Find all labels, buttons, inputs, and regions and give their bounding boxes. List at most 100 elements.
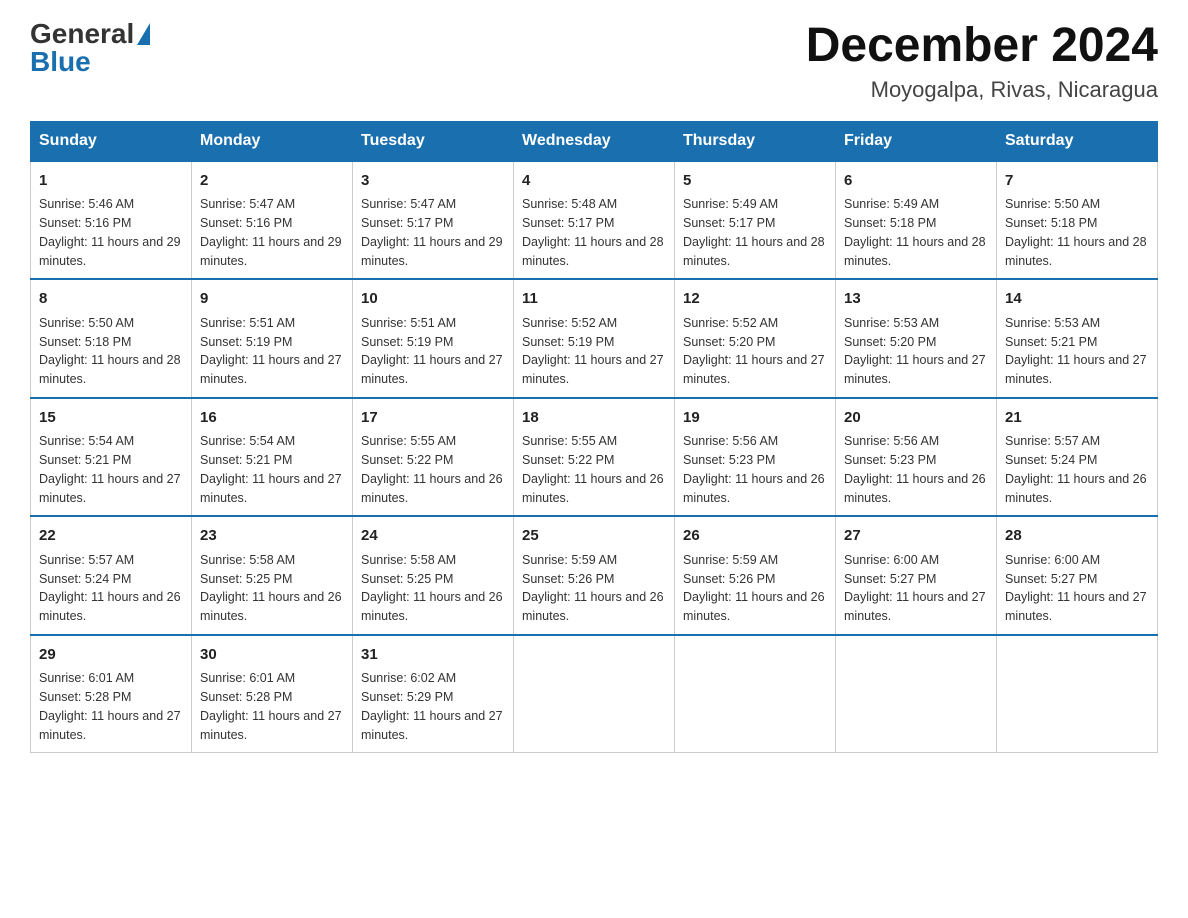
- day-number: 20: [844, 407, 988, 430]
- day-info: Sunrise: 5:55 AMSunset: 5:22 PMDaylight:…: [522, 432, 666, 507]
- calendar-table: Sunday Monday Tuesday Wednesday Thursday…: [30, 121, 1158, 754]
- day-number: 24: [361, 525, 505, 548]
- table-row: 8Sunrise: 5:50 AMSunset: 5:18 PMDaylight…: [31, 279, 192, 398]
- day-number: 27: [844, 525, 988, 548]
- day-info: Sunrise: 6:00 AMSunset: 5:27 PMDaylight:…: [844, 551, 988, 626]
- location-subtitle: Moyogalpa, Rivas, Nicaragua: [806, 77, 1158, 103]
- table-row: 16Sunrise: 5:54 AMSunset: 5:21 PMDayligh…: [192, 398, 353, 517]
- table-row: 18Sunrise: 5:55 AMSunset: 5:22 PMDayligh…: [514, 398, 675, 517]
- day-number: 21: [1005, 407, 1149, 430]
- day-number: 26: [683, 525, 827, 548]
- page-header: General Blue December 2024 Moyogalpa, Ri…: [30, 20, 1158, 103]
- day-info: Sunrise: 5:54 AMSunset: 5:21 PMDaylight:…: [200, 432, 344, 507]
- day-number: 12: [683, 288, 827, 311]
- day-info: Sunrise: 5:51 AMSunset: 5:19 PMDaylight:…: [200, 314, 344, 389]
- day-number: 19: [683, 407, 827, 430]
- day-info: Sunrise: 5:51 AMSunset: 5:19 PMDaylight:…: [361, 314, 505, 389]
- day-info: Sunrise: 5:58 AMSunset: 5:25 PMDaylight:…: [200, 551, 344, 626]
- table-row: 28 Sunrise: 6:00 AMSunset: 5:27 PMDayligh…: [997, 516, 1158, 635]
- logo-general-text: General: [30, 20, 134, 48]
- table-row: 25Sunrise: 5:59 AMSunset: 5:26 PMDayligh…: [514, 516, 675, 635]
- day-info: Sunrise: 5:49 AMSunset: 5:17 PMDaylight:…: [683, 195, 827, 270]
- table-row: 21Sunrise: 5:57 AMSunset: 5:24 PMDayligh…: [997, 398, 1158, 517]
- col-saturday: Saturday: [997, 121, 1158, 161]
- table-row: 10 Sunrise: 5:51 AMSunset: 5:19 PMDayligh…: [353, 279, 514, 398]
- day-number: 31: [361, 644, 505, 667]
- table-row: [997, 635, 1158, 753]
- day-number: 9: [200, 288, 344, 311]
- table-row: 12 Sunrise: 5:52 AMSunset: 5:20 PMDayligh…: [675, 279, 836, 398]
- day-info: Sunrise: 5:56 AMSunset: 5:23 PMDaylight:…: [844, 432, 988, 507]
- table-row: 27 Sunrise: 6:00 AMSunset: 5:27 PMDayligh…: [836, 516, 997, 635]
- day-info: Sunrise: 5:59 AMSunset: 5:26 PMDaylight:…: [522, 551, 666, 626]
- table-row: 14Sunrise: 5:53 AMSunset: 5:21 PMDayligh…: [997, 279, 1158, 398]
- day-info: Sunrise: 5:57 AMSunset: 5:24 PMDaylight:…: [1005, 432, 1149, 507]
- day-number: 14: [1005, 288, 1149, 311]
- day-info: Sunrise: 5:48 AMSunset: 5:17 PMDaylight:…: [522, 195, 666, 270]
- day-info: Sunrise: 5:46 AMSunset: 5:16 PMDaylight:…: [39, 195, 183, 270]
- table-row: 11 Sunrise: 5:52 AMSunset: 5:19 PMDayligh…: [514, 279, 675, 398]
- table-row: [675, 635, 836, 753]
- day-number: 11: [522, 288, 666, 311]
- day-info: Sunrise: 6:00 AMSunset: 5:27 PMDaylight:…: [1005, 551, 1149, 626]
- col-monday: Monday: [192, 121, 353, 161]
- table-row: 3Sunrise: 5:47 AMSunset: 5:17 PMDaylight…: [353, 161, 514, 280]
- day-number: 15: [39, 407, 183, 430]
- day-number: 5: [683, 170, 827, 193]
- table-row: 13Sunrise: 5:53 AMSunset: 5:20 PMDayligh…: [836, 279, 997, 398]
- day-number: 23: [200, 525, 344, 548]
- calendar-title: December 2024: [806, 20, 1158, 73]
- day-info: Sunrise: 5:53 AMSunset: 5:20 PMDaylight:…: [844, 314, 988, 389]
- calendar-week-row: 1Sunrise: 5:46 AMSunset: 5:16 PMDaylight…: [31, 161, 1158, 280]
- title-area: December 2024 Moyogalpa, Rivas, Nicaragu…: [806, 20, 1158, 103]
- logo-blue-text: Blue: [30, 46, 91, 77]
- table-row: 9 Sunrise: 5:51 AMSunset: 5:19 PMDaylight…: [192, 279, 353, 398]
- day-info: Sunrise: 5:50 AMSunset: 5:18 PMDaylight:…: [39, 314, 183, 389]
- col-wednesday: Wednesday: [514, 121, 675, 161]
- table-row: 6Sunrise: 5:49 AMSunset: 5:18 PMDaylight…: [836, 161, 997, 280]
- col-sunday: Sunday: [31, 121, 192, 161]
- table-row: [836, 635, 997, 753]
- day-info: Sunrise: 5:54 AMSunset: 5:21 PMDaylight:…: [39, 432, 183, 507]
- calendar-week-row: 22Sunrise: 5:57 AMSunset: 5:24 PMDayligh…: [31, 516, 1158, 635]
- logo: General Blue: [30, 20, 150, 76]
- table-row: 5Sunrise: 5:49 AMSunset: 5:17 PMDaylight…: [675, 161, 836, 280]
- table-row: 24Sunrise: 5:58 AMSunset: 5:25 PMDayligh…: [353, 516, 514, 635]
- table-row: 2Sunrise: 5:47 AMSunset: 5:16 PMDaylight…: [192, 161, 353, 280]
- calendar-week-row: 15Sunrise: 5:54 AMSunset: 5:21 PMDayligh…: [31, 398, 1158, 517]
- day-info: Sunrise: 5:56 AMSunset: 5:23 PMDaylight:…: [683, 432, 827, 507]
- day-number: 17: [361, 407, 505, 430]
- day-info: Sunrise: 5:52 AMSunset: 5:20 PMDaylight:…: [683, 314, 827, 389]
- day-info: Sunrise: 6:02 AMSunset: 5:29 PMDaylight:…: [361, 669, 505, 744]
- day-number: 29: [39, 644, 183, 667]
- day-info: Sunrise: 5:49 AMSunset: 5:18 PMDaylight:…: [844, 195, 988, 270]
- table-row: 26 Sunrise: 5:59 AMSunset: 5:26 PMDayligh…: [675, 516, 836, 635]
- day-number: 16: [200, 407, 344, 430]
- table-row: 20Sunrise: 5:56 AMSunset: 5:23 PMDayligh…: [836, 398, 997, 517]
- logo-triangle-icon: [137, 23, 150, 45]
- table-row: 17Sunrise: 5:55 AMSunset: 5:22 PMDayligh…: [353, 398, 514, 517]
- day-number: 10: [361, 288, 505, 311]
- day-info: Sunrise: 5:59 AMSunset: 5:26 PMDaylight:…: [683, 551, 827, 626]
- day-info: Sunrise: 6:01 AMSunset: 5:28 PMDaylight:…: [39, 669, 183, 744]
- table-row: 7Sunrise: 5:50 AMSunset: 5:18 PMDaylight…: [997, 161, 1158, 280]
- day-number: 6: [844, 170, 988, 193]
- day-info: Sunrise: 5:50 AMSunset: 5:18 PMDaylight:…: [1005, 195, 1149, 270]
- table-row: 23 Sunrise: 5:58 AMSunset: 5:25 PMDayligh…: [192, 516, 353, 635]
- table-row: 22Sunrise: 5:57 AMSunset: 5:24 PMDayligh…: [31, 516, 192, 635]
- day-number: 1: [39, 170, 183, 193]
- day-number: 18: [522, 407, 666, 430]
- col-tuesday: Tuesday: [353, 121, 514, 161]
- table-row: 31Sunrise: 6:02 AMSunset: 5:29 PMDayligh…: [353, 635, 514, 753]
- day-number: 7: [1005, 170, 1149, 193]
- day-info: Sunrise: 5:55 AMSunset: 5:22 PMDaylight:…: [361, 432, 505, 507]
- day-info: Sunrise: 6:01 AMSunset: 5:28 PMDaylight:…: [200, 669, 344, 744]
- calendar-week-row: 29Sunrise: 6:01 AMSunset: 5:28 PMDayligh…: [31, 635, 1158, 753]
- day-number: 28: [1005, 525, 1149, 548]
- col-thursday: Thursday: [675, 121, 836, 161]
- day-info: Sunrise: 5:47 AMSunset: 5:16 PMDaylight:…: [200, 195, 344, 270]
- day-info: Sunrise: 5:52 AMSunset: 5:19 PMDaylight:…: [522, 314, 666, 389]
- col-friday: Friday: [836, 121, 997, 161]
- day-info: Sunrise: 5:57 AMSunset: 5:24 PMDaylight:…: [39, 551, 183, 626]
- table-row: 15Sunrise: 5:54 AMSunset: 5:21 PMDayligh…: [31, 398, 192, 517]
